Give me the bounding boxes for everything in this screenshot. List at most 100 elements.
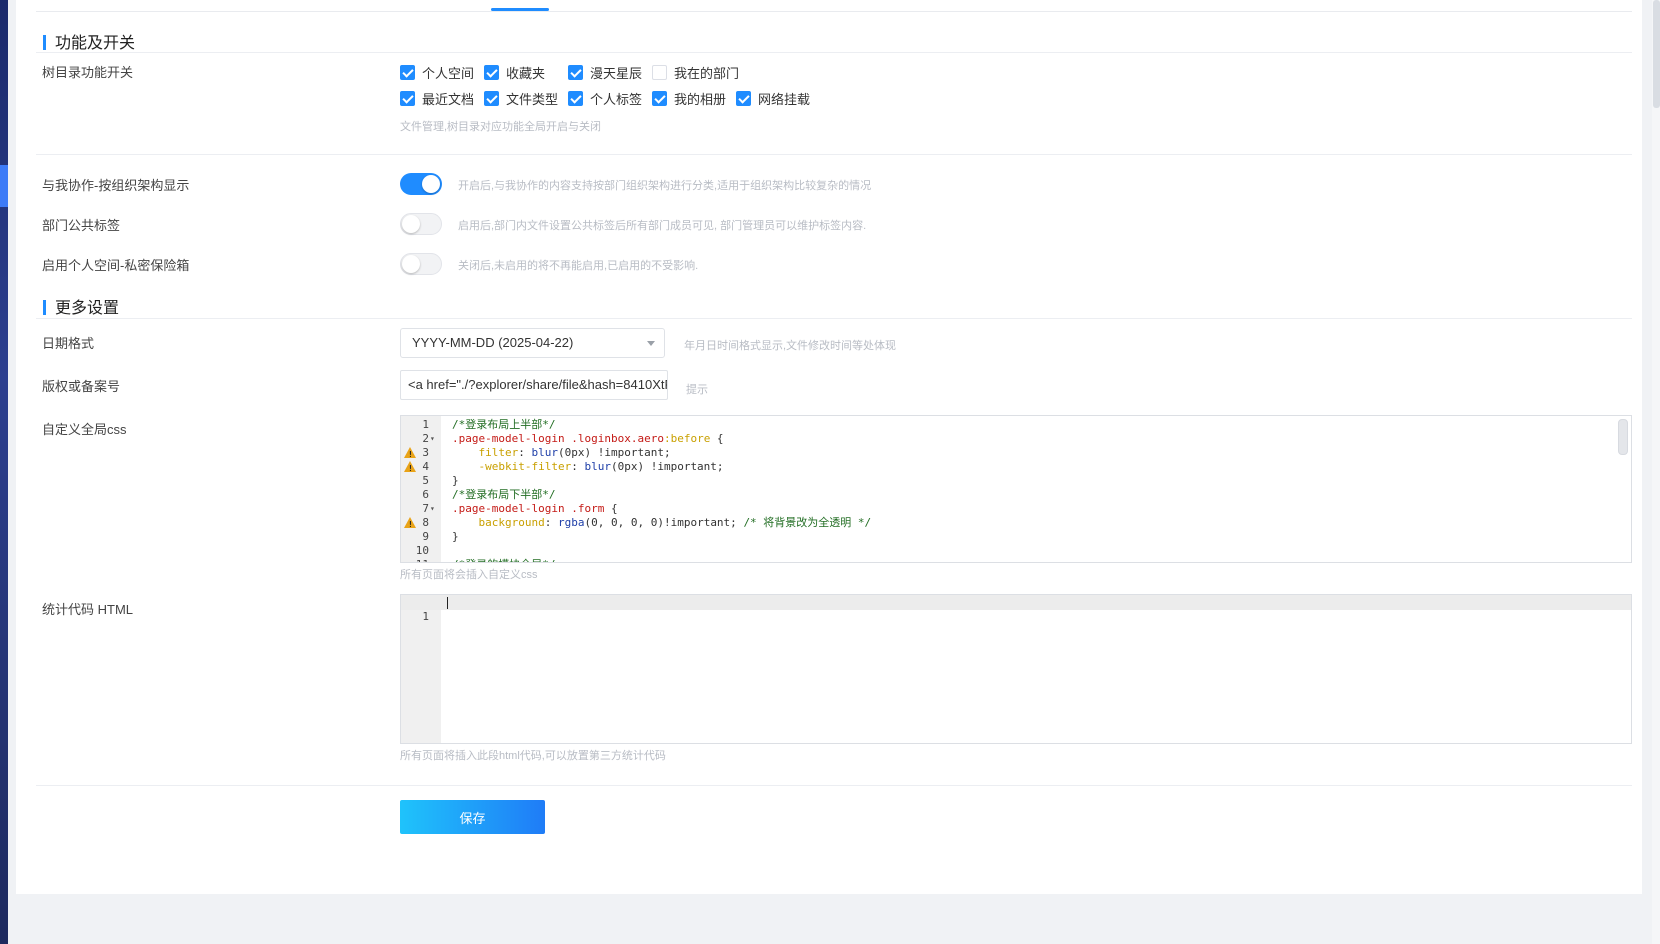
sidebar-active-marker: [0, 165, 8, 207]
checkbox-label: 漫天星辰: [590, 66, 643, 81]
checkbox-box[interactable]: [484, 65, 499, 80]
code-text: }: [452, 474, 459, 487]
checkbox-network-mount[interactable]: 网络挂载: [736, 89, 810, 108]
checkbox-my-album[interactable]: 我的相册: [652, 89, 726, 108]
page-scrollbar-thumb[interactable]: [1653, 0, 1660, 108]
code-line: 1 /*登录布局上半部*/: [401, 418, 1631, 432]
line-number: 2: [422, 432, 429, 445]
code-line: 9}: [401, 530, 1631, 544]
code-line: 6 /*登录布局下半部*/: [401, 488, 1631, 502]
copyright-input[interactable]: <a href="./?explorer/share/file&hash=841…: [400, 370, 668, 400]
toggle-hint-private-vault: 关闭后,未启用的将不再能启用,已启用的不受影响.: [458, 260, 699, 272]
section-marker: [43, 300, 46, 315]
code-text: .page-model-login .loginbox.aero:before …: [452, 432, 724, 445]
checkbox-box[interactable]: [652, 65, 667, 80]
toggle-label-collab-org: 与我协作-按组织架构显示: [42, 178, 190, 193]
toggle-hint-dept-tags: 启用后,部门内文件设置公共标签后所有部门成员可见, 部门管理员可以维护标签内容.: [458, 220, 867, 232]
background-sidebar-edge: [0, 0, 8, 944]
stats-html-label: 统计代码 HTML: [42, 602, 134, 617]
toggle-knob: [402, 255, 420, 273]
line-number: 10: [415, 544, 429, 557]
line-number: 11: [401, 558, 429, 562]
line-number: 1: [422, 418, 429, 431]
date-format-hint: 年月日时间格式显示,文件修改时间等处体现: [684, 340, 897, 352]
code-text: /*登录布局上半部*/: [452, 418, 556, 431]
checkbox-personal-space[interactable]: 个人空间: [400, 63, 474, 82]
fold-arrow-icon[interactable]: ▾: [430, 432, 435, 446]
line-number: 3: [422, 446, 429, 459]
checkbox-personal-tags[interactable]: 个人标签: [568, 89, 642, 108]
checkbox-box[interactable]: [400, 65, 415, 80]
section-title-text: 功能及开关: [55, 35, 136, 52]
checkbox-label: 我在的部门: [674, 66, 740, 81]
line-number: 4: [422, 460, 429, 473]
stats-html-editor[interactable]: 1: [400, 594, 1632, 744]
code-line: 1: [401, 596, 1631, 623]
checkbox-label: 最近文档: [422, 92, 475, 107]
toggle-label-private-vault: 启用个人空间-私密保险箱: [42, 258, 190, 273]
toggle-hint-collab-org: 开启后,与我协作的内容支持按部门组织架构进行分类,适用于组织架构比较复杂的情况: [458, 180, 872, 192]
toggle-label-dept-tags: 部门公共标签: [42, 218, 121, 233]
toggle-knob: [422, 175, 440, 193]
checkbox-favorites[interactable]: 收藏夹: [484, 63, 545, 82]
code-line: 8 background: rgba(0, 0, 0, 0)!important…: [401, 516, 1631, 532]
checkbox-box[interactable]: [484, 91, 499, 106]
line-number: 9: [422, 530, 429, 543]
toggle-dept-tags[interactable]: [400, 213, 442, 235]
checkbox-my-department[interactable]: 我在的部门: [652, 63, 739, 82]
toggle-private-vault[interactable]: [400, 253, 442, 275]
section-marker: [43, 35, 46, 50]
checkbox-starry-sky[interactable]: 漫天星辰: [568, 63, 642, 82]
section-divider: [36, 318, 1632, 319]
code-text: background: rgba(0, 0, 0, 0)!important; …: [478, 516, 872, 529]
date-format-value: YYYY-MM-DD (2025-04-22): [412, 335, 574, 350]
code-line: 5}: [401, 474, 1631, 488]
line-number: 8: [422, 516, 429, 529]
fold-arrow-icon[interactable]: ▾: [430, 502, 435, 516]
line-number: 5: [422, 474, 429, 487]
save-button[interactable]: 保存: [400, 800, 545, 834]
custom-css-editor[interactable]: 1/*登录布局上半部*/2 ▾ .page-model-login .loginbo…: [400, 415, 1632, 563]
code-text: -webkit-filter: blur(0px) !important;: [478, 460, 724, 473]
line-number: 7: [422, 502, 429, 515]
chevron-down-icon: [647, 341, 655, 346]
code-text: }: [452, 530, 459, 543]
code-text: /*登录的模块全局*/: [452, 558, 556, 562]
toggle-collab-org[interactable]: [400, 173, 442, 195]
custom-css-hint: 所有页面将会插入自定义css: [400, 569, 538, 581]
checkbox-box[interactable]: [568, 91, 583, 106]
copyright-hint-link[interactable]: 提示: [686, 381, 708, 397]
line-number: 1: [422, 610, 429, 623]
checkbox-box[interactable]: [652, 91, 667, 106]
code-line: 4 -webkit-filter: blur(0px) !important;: [401, 460, 1631, 476]
code-text: /*登录布局下半部*/: [452, 488, 556, 501]
page-scrollbar[interactable]: [1652, 0, 1660, 944]
checkbox-label: 个人标签: [590, 92, 643, 107]
section-title-features: 功能及开关: [43, 29, 135, 53]
checkbox-recent-docs[interactable]: 最近文档: [400, 89, 474, 108]
row-divider: [36, 785, 1632, 786]
code-line: 10: [401, 544, 1631, 558]
checkbox-label: 文件类型: [506, 92, 559, 107]
code-line: 7 ▾ .page-model-login .form {: [401, 502, 1631, 516]
code-line: 11 /*登录的模块全局*/: [401, 558, 1631, 562]
editor-scrollbar[interactable]: [1618, 419, 1628, 455]
date-format-label: 日期格式: [42, 336, 95, 351]
checkbox-label: 我的相册: [674, 92, 727, 107]
copyright-label: 版权或备案号: [42, 379, 121, 394]
date-format-select[interactable]: YYYY-MM-DD (2025-04-22): [400, 328, 665, 358]
code-text: .page-model-login .form {: [452, 502, 618, 515]
code-line: 3 filter: blur(0px) !important;: [401, 446, 1631, 462]
checkbox-box[interactable]: [568, 65, 583, 80]
checkbox-box[interactable]: [736, 91, 751, 106]
text-cursor: [447, 597, 448, 609]
checkbox-label: 个人空间: [422, 66, 475, 81]
checkbox-box[interactable]: [400, 91, 415, 106]
settings-panel: 功能及开关 树目录功能开关 个人空间 收藏夹 漫天星辰 我在的部门 最近文档 文…: [16, 0, 1642, 894]
stats-html-hint: 所有页面将插入此段html代码,可以放置第三方统计代码: [400, 750, 666, 762]
section-title-text: 更多设置: [55, 300, 120, 317]
checkbox-file-types[interactable]: 文件类型: [484, 89, 558, 108]
row-divider: [36, 154, 1632, 155]
code-text: filter: blur(0px) !important;: [478, 446, 671, 459]
checkbox-label: 收藏夹: [506, 66, 546, 81]
